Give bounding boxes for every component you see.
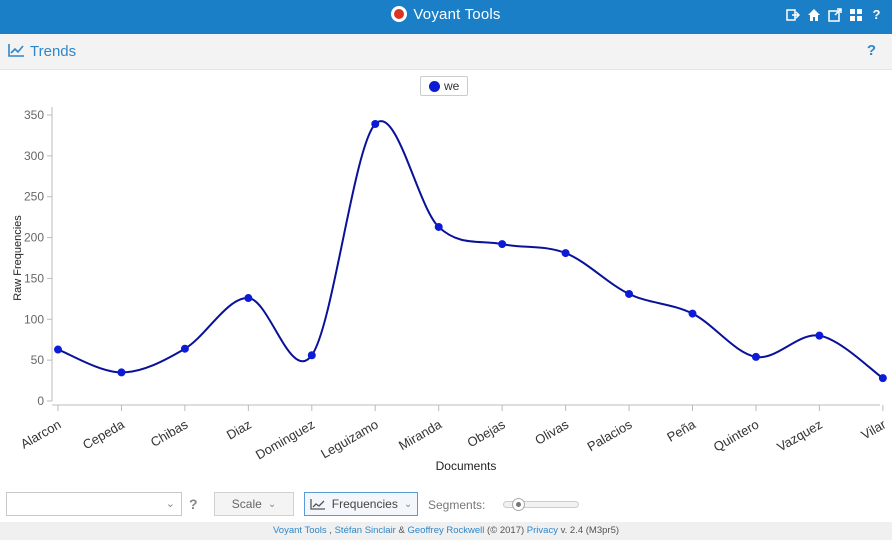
x-tick-label: Vilar	[859, 416, 889, 442]
data-point	[180, 344, 189, 353]
trends-icon	[8, 44, 24, 57]
x-tick-label: Olivas	[532, 416, 571, 447]
footer-ampersand: &	[395, 525, 408, 536]
y-tick-label: 50	[31, 353, 45, 367]
y-tick-label: 0	[37, 394, 44, 408]
data-point	[244, 294, 253, 303]
x-tick-label: Dominguez	[253, 417, 317, 463]
x-tick-label: Cepeda	[80, 416, 128, 452]
footer-voyant-link[interactable]: Voyant Tools	[273, 525, 327, 536]
data-point	[878, 374, 887, 383]
export-icon[interactable]	[785, 7, 800, 22]
line-chart-icon	[310, 499, 325, 510]
x-tick-label: Miranda	[396, 416, 445, 453]
x-tick-label: Palacios	[584, 416, 634, 454]
home-icon[interactable]	[806, 7, 821, 22]
x-tick-label: Diaz	[224, 417, 254, 443]
data-point	[625, 289, 634, 298]
scale-button[interactable]: Scale ⌄	[214, 492, 294, 516]
x-tick-label: Obejas	[464, 416, 508, 450]
legend-label: we	[444, 79, 460, 93]
chevron-down-icon[interactable]: ⌄	[166, 497, 175, 510]
data-point	[371, 119, 380, 128]
y-tick-label: 300	[24, 149, 44, 163]
data-point	[815, 331, 824, 340]
legend-dot-icon	[429, 80, 440, 92]
segments-label: Segments:	[428, 498, 486, 512]
footer-year: (© 2017)	[484, 525, 527, 536]
y-tick-label: 150	[24, 271, 44, 285]
scale-label: Scale	[231, 497, 262, 511]
panel-header: Trends ?	[0, 34, 892, 70]
y-tick-label: 200	[24, 231, 44, 245]
help-icon[interactable]: ?	[869, 7, 884, 22]
app-title-text: Voyant Tools	[413, 6, 501, 23]
x-tick-label: Alarcon	[18, 417, 64, 452]
header-icons: ?	[785, 7, 884, 22]
data-point	[498, 240, 507, 249]
x-tick-label: Chibas	[148, 416, 191, 449]
open-new-window-icon[interactable]	[827, 7, 842, 22]
slider-thumb[interactable]	[512, 498, 525, 511]
footer-sinclair-link[interactable]: Stéfan Sinclair	[335, 525, 396, 536]
y-tick-label: 100	[24, 312, 44, 326]
x-tick-label: Quintero	[711, 417, 762, 455]
app-title: Voyant Tools	[0, 6, 892, 23]
footer-rockwell-link[interactable]: Geoffrey Rockwell	[407, 525, 484, 536]
app-header: Voyant Tools ?	[0, 0, 892, 34]
chart-legend-item[interactable]: we	[420, 76, 469, 96]
x-tick-label: Leguizamo	[318, 417, 381, 462]
search-help-icon[interactable]: ?	[189, 496, 198, 512]
data-point	[117, 368, 126, 377]
bottom-toolbar: ⌄ ? Scale ⌄ Frequencies ⌄ Segments:	[0, 488, 892, 522]
footer-privacy-link[interactable]: Privacy	[527, 525, 558, 536]
data-point	[307, 351, 316, 360]
frequencies-button[interactable]: Frequencies ⌄	[304, 492, 418, 516]
frequencies-label: Frequencies	[331, 497, 398, 511]
x-tick-label: Peña	[664, 416, 698, 445]
chevron-down-icon: ⌄	[267, 498, 277, 510]
data-point	[54, 345, 62, 354]
footer: Voyant Tools , Stéfan Sinclair & Geoffre…	[0, 522, 892, 540]
x-tick-label: Vazquez	[774, 417, 824, 455]
data-point	[751, 352, 760, 361]
footer-separator: ,	[326, 525, 335, 536]
footer-version: v. 2.4 (M3pr5)	[557, 525, 620, 536]
y-tick-label: 350	[24, 108, 44, 122]
data-point	[688, 309, 697, 318]
voyant-logo-icon	[391, 6, 408, 22]
y-axis-title: Raw Frequencies	[12, 215, 24, 301]
trends-chart-area: we 0 50 100 150 200 250 300 350 Alarcon Cepeda Chi…	[0, 70, 892, 488]
term-search-combo[interactable]: ⌄	[6, 492, 182, 516]
trends-line-chart: 0 50 100 150 200 250 300 350 Alarcon Cepeda Chibas…	[12, 107, 889, 473]
series-line-we	[57, 120, 884, 379]
data-point	[561, 249, 570, 258]
data-point	[434, 222, 443, 231]
panel-title: Trends	[8, 43, 76, 60]
y-tick-label: 250	[24, 190, 44, 204]
x-axis-title: Documents	[436, 459, 497, 473]
panel-title-text: Trends	[30, 43, 77, 60]
panel-help-icon[interactable]: ?	[867, 42, 876, 59]
chevron-down-icon: ⌄	[403, 498, 413, 510]
segments-slider[interactable]	[503, 498, 579, 511]
windows-layout-icon[interactable]	[848, 7, 863, 22]
